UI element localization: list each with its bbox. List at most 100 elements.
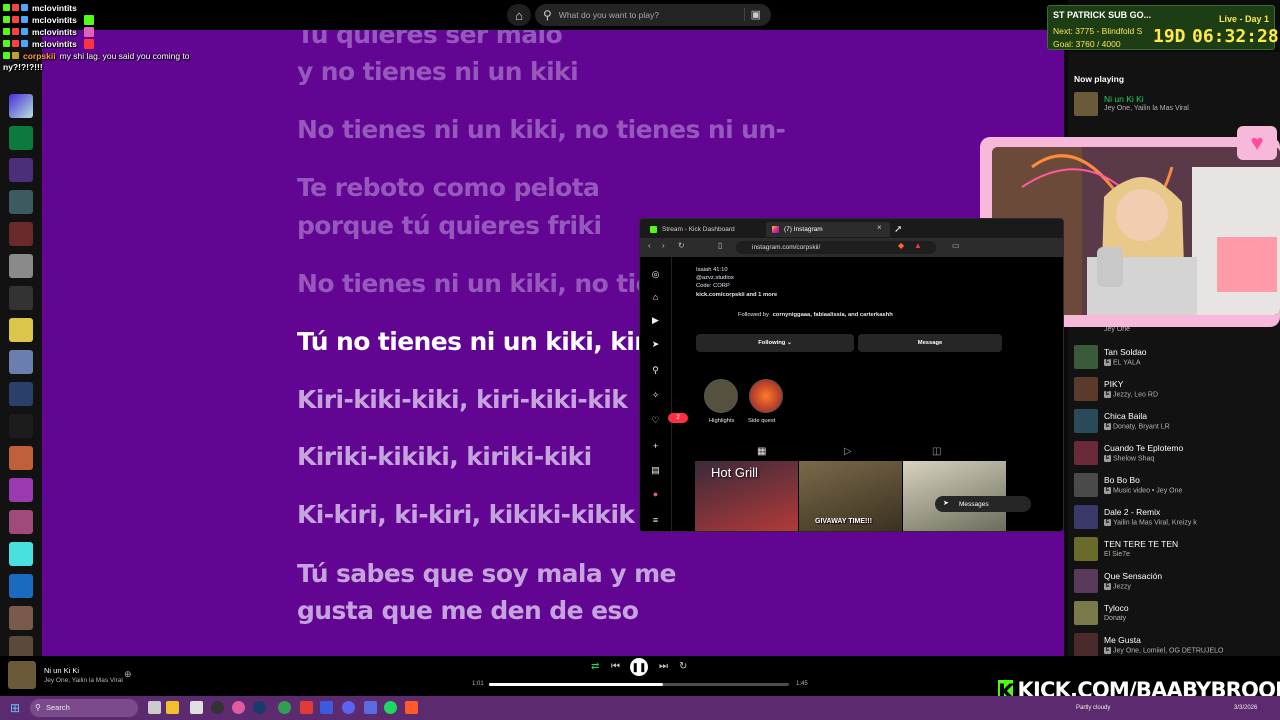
taskbar-date[interactable]: 3/3/2026 [1234, 705, 1257, 711]
library-item[interactable] [9, 350, 33, 374]
bookmark-icon[interactable]: ▯ [718, 241, 722, 250]
lyric-line[interactable]: Kiriki-kikiki, kiriki-kiki [297, 438, 592, 476]
chat-username[interactable]: mclovintits [32, 39, 77, 49]
following-button[interactable]: Following ⌄ [696, 334, 854, 352]
queue-item-title[interactable]: Tyloco [1104, 603, 1129, 613]
brave-icon[interactable] [405, 701, 418, 714]
queue-item-artist[interactable]: E Jezzy [1104, 583, 1131, 590]
progress-bar[interactable] [489, 683, 789, 686]
reels-tab-icon[interactable]: ▷ [844, 446, 852, 457]
lyric-line[interactable]: Te reboto como pelota [297, 169, 600, 207]
taskbar-search[interactable]: ⚲ Search [30, 699, 138, 717]
highlight-story[interactable] [704, 379, 738, 413]
chat-username[interactable]: corpskii [23, 51, 56, 61]
library-item[interactable] [9, 574, 33, 598]
queue-item[interactable]: PIKY E Jezzy, Leo RD [1068, 374, 1280, 404]
message-button[interactable]: Message [858, 334, 1002, 352]
queue-item-title[interactable]: TEN TERE TE TEN [1104, 539, 1178, 549]
reload-icon[interactable]: ↻ [678, 241, 685, 250]
discord-icon[interactable] [342, 701, 355, 714]
chat-username[interactable]: mclovintits [32, 27, 77, 37]
library-item[interactable] [9, 318, 33, 342]
queue-item[interactable]: Tan Soldao E EL YALA [1068, 342, 1280, 372]
queue-item-artist[interactable]: E EL YALA [1104, 359, 1141, 366]
lyric-line[interactable]: Tú quieres ser malo [297, 30, 563, 54]
spotify-icon[interactable] [384, 701, 397, 714]
library-item[interactable] [9, 606, 33, 630]
queue-item-artist[interactable]: El Sie7e [1104, 551, 1130, 558]
queue-item-title[interactable]: Que Sensación [1104, 571, 1162, 581]
tab-kick-dashboard[interactable]: Stream - Kick Dashboard [644, 222, 764, 237]
queue-item-artist[interactable]: E Donaty, Bryant LR [1104, 423, 1170, 430]
library-item[interactable] [9, 158, 33, 182]
queue-item-artist[interactable]: E Jey One, Lomiiel, OG DETRUJELO [1104, 647, 1223, 654]
obs-icon[interactable] [211, 701, 224, 714]
queue-item[interactable]: TEN TERE TE TEN El Sie7e [1068, 534, 1280, 564]
lyric-line[interactable]: Ki-kiri, ki-kiri, kikiki-kikik [297, 496, 635, 534]
lyric-line[interactable]: Tú sabes que soy mala y me [297, 555, 676, 593]
profile-bio-handle[interactable]: @azvz.studios [696, 275, 734, 281]
app-icon[interactable] [364, 701, 377, 714]
posts-grid-icon[interactable]: ▦ [757, 446, 766, 457]
lyric-line[interactable]: gusta que me den de eso [297, 592, 639, 630]
queue-item-artist[interactable]: E Music video • Jey One [1104, 487, 1182, 494]
queue-item-title[interactable]: PIKY [1104, 379, 1123, 389]
lyric-line[interactable]: y no tienes ni un kiki [297, 53, 579, 91]
now-playing-cover[interactable] [1074, 92, 1098, 116]
home-icon[interactable]: ⌂ [650, 292, 661, 303]
address-bar[interactable]: instagram.com/corpskii/ [736, 241, 936, 254]
queue-item-artist[interactable]: Donaty [1104, 615, 1126, 622]
player-cover[interactable] [8, 661, 36, 689]
app-icon[interactable] [232, 701, 245, 714]
player-track-title[interactable]: Ni un Ki Ki [44, 666, 79, 675]
profile-post[interactable]: GIVAWAY TIME!!! [799, 461, 902, 531]
task-view-icon[interactable] [148, 701, 161, 714]
highlight-story[interactable] [749, 379, 783, 413]
library-item[interactable] [9, 478, 33, 502]
search-icon[interactable]: ⚲ [650, 365, 661, 376]
menu-icon[interactable]: ≡ [650, 515, 661, 526]
app-icon[interactable] [320, 701, 333, 714]
library-item[interactable] [9, 286, 33, 310]
lyric-line[interactable]: No tienes ni un kiki, no tie [297, 265, 653, 303]
queue-item[interactable]: Chica Baila E Donaty, Bryant LR [1068, 406, 1280, 436]
weather-status[interactable]: Partly cloudy [1076, 705, 1110, 711]
create-icon[interactable]: + [650, 441, 661, 452]
lyric-line[interactable]: Kiri-kiki-kiki, kiri-kiki-kik [297, 381, 628, 419]
queue-item[interactable]: Tyloco Donaty [1068, 598, 1280, 628]
followed-by-names[interactable]: cornyniggaaa, fabiaalissia, and carterka… [773, 312, 893, 318]
app-icon[interactable] [190, 701, 203, 714]
queue-item-title[interactable]: Tan Soldao [1104, 347, 1147, 357]
home-button[interactable]: ⌂ [507, 4, 531, 26]
queue-item-title[interactable]: Me Gusta [1104, 635, 1141, 645]
explore-icon[interactable]: ✧ [650, 390, 661, 401]
instagram-logo-icon[interactable]: ◎ [650, 269, 661, 280]
start-icon[interactable]: ⊞ [10, 701, 24, 715]
queue-item-artist[interactable]: E Shelow Shaq [1104, 455, 1154, 462]
messages-icon[interactable]: ➤ [650, 339, 661, 350]
lyric-line[interactable]: No tienes ni un kiki, no tienes ni un- [297, 111, 786, 149]
library-item-episodes[interactable] [9, 126, 33, 150]
lyric-line-active[interactable]: Tú no tienes ni un kiki, kiri [297, 323, 655, 361]
library-item[interactable] [9, 190, 33, 214]
now-playing-title[interactable]: Ni un Ki Ki [1104, 94, 1144, 104]
close-icon[interactable]: × [877, 223, 882, 232]
forward-icon[interactable]: › [662, 241, 665, 250]
library-item[interactable] [9, 542, 33, 566]
queue-item-artist[interactable]: E Yailin la Mas Viral, Kreizy k [1104, 519, 1197, 526]
browse-icon[interactable]: ▣ [743, 8, 761, 21]
queue-item[interactable]: Dale 2 - Remix E Yailin la Mas Viral, Kre… [1068, 502, 1280, 532]
queue-item[interactable]: Cuando Te Eplotemo E Shelow Shaq [1068, 438, 1280, 468]
profile-post[interactable]: Hot Grill [695, 461, 798, 531]
lyric-line[interactable]: porque tú quieres friki [297, 207, 602, 245]
chat-username[interactable]: mclovintits [32, 15, 77, 25]
back-icon[interactable]: ‹ [648, 241, 651, 250]
library-item[interactable] [9, 414, 33, 438]
queue-item-title[interactable]: Dale 2 - Remix [1104, 507, 1160, 517]
library-item[interactable] [9, 510, 33, 534]
search-bar[interactable]: ⚲ ▣ [535, 4, 771, 26]
library-item[interactable] [9, 382, 33, 406]
tab-instagram[interactable]: (7) Instagram [766, 222, 890, 237]
messages-button[interactable]: ➤ Messages [935, 496, 1031, 512]
queue-item-title[interactable]: Cuando Te Eplotemo [1104, 443, 1183, 453]
